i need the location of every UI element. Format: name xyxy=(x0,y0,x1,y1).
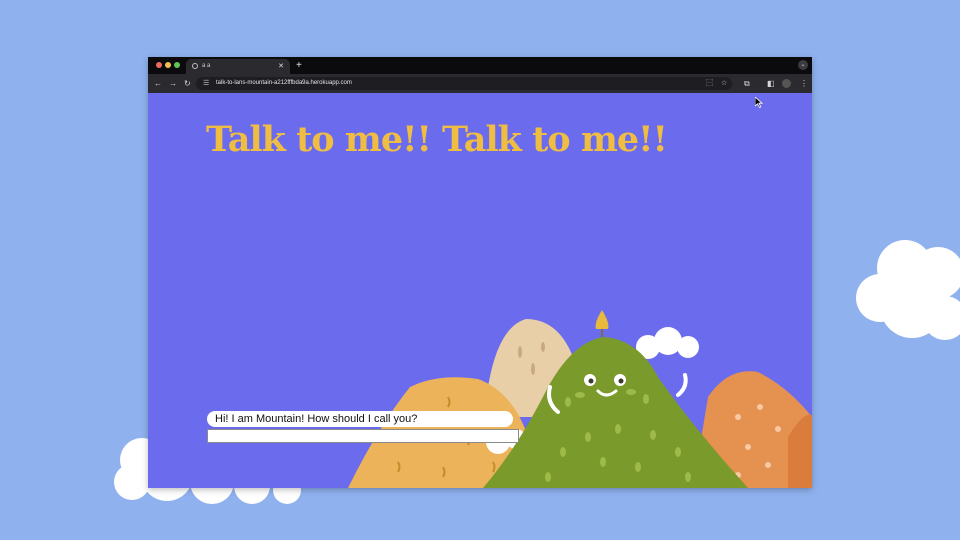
cloud-right-illustration xyxy=(856,240,960,340)
name-input[interactable] xyxy=(207,429,519,443)
mouse-cursor-icon xyxy=(755,97,763,108)
mountain-speech-bubble: Hi! I am Mountain! How should I call you… xyxy=(207,411,513,427)
tree-illustration xyxy=(595,310,609,329)
browser-window: a a ✕ + ⌄ ← → ↻ ☰ talk-to-lans-mountain-… xyxy=(148,57,812,488)
